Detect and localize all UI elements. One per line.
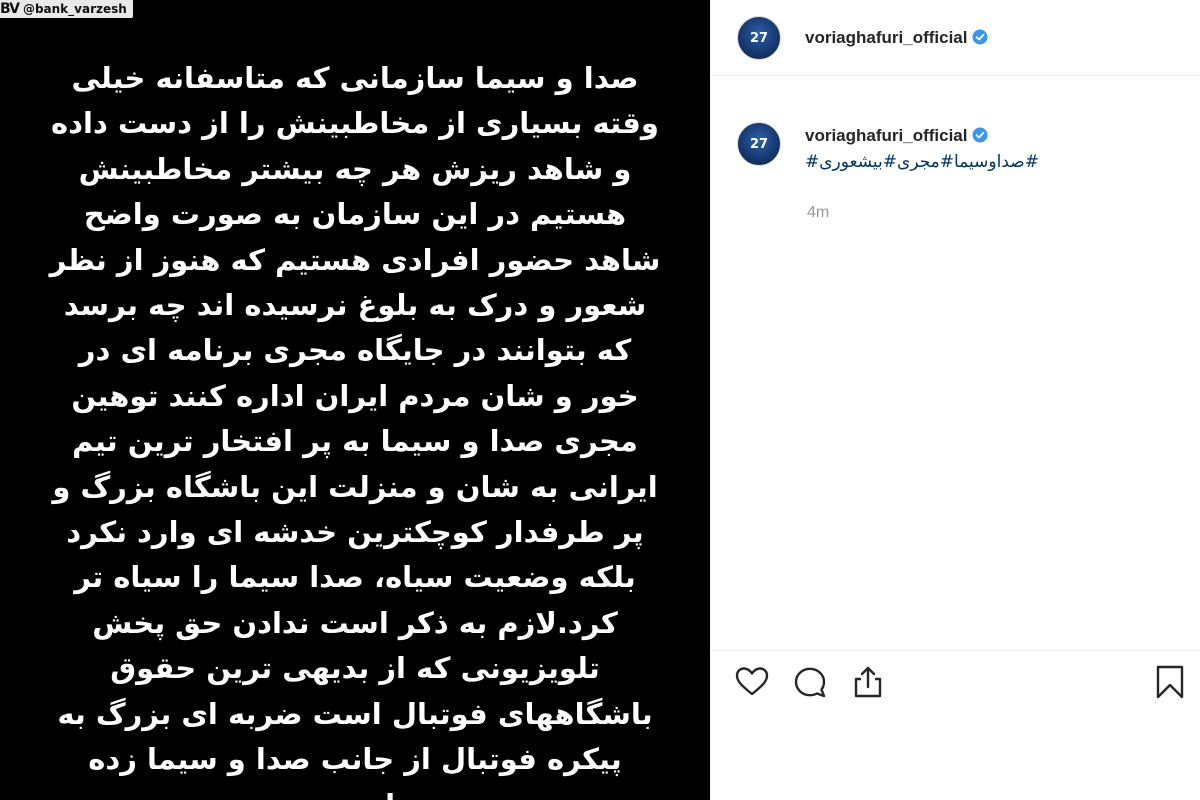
story-line: وقته بسیاری از مخاطبینش را از دست داده bbox=[51, 106, 659, 141]
bookmark-icon[interactable] bbox=[1151, 663, 1189, 701]
post-header: 27 voriaghafuri_official bbox=[711, 0, 1200, 76]
story-line: خور و شان مردم ایران اداره کنند توهین bbox=[71, 378, 639, 413]
caption-username-text[interactable]: voriaghafuri_official bbox=[805, 126, 967, 145]
action-bar bbox=[711, 650, 1200, 710]
story-line: پر طرفدار کوچکترین خدشه ای وارد نکرد bbox=[66, 515, 644, 550]
story-line: شعور و درک به بلوغ نرسیده اند چه برسد bbox=[63, 288, 647, 323]
story-line: شاهد حضور افرادی هستیم که هنوز از نظر bbox=[49, 242, 661, 277]
story-line: که بتوانند در جایگاه مجری برنامه ای در bbox=[78, 333, 632, 368]
header-username[interactable]: voriaghafuri_official bbox=[805, 28, 988, 48]
caption-username[interactable]: voriaghafuri_official bbox=[805, 126, 1039, 146]
caption: 27 voriaghafuri_official #صداوسیما#مجری#… bbox=[737, 122, 1177, 172]
comment-icon[interactable] bbox=[791, 663, 829, 701]
share-icon[interactable] bbox=[849, 663, 887, 701]
caption-avatar-jersey-number: 27 bbox=[749, 137, 769, 152]
story-line: تلویزیونی که از بدیهی ترین حقوق bbox=[110, 651, 600, 686]
story-line: کرد.لازم به ذکر است ندادن حق پخش bbox=[92, 605, 618, 640]
story-text: صدا و سیما سازمانی که متاسفانه خیلی وقته … bbox=[30, 56, 680, 800]
story-line: ایرانی به شان و منزلت این باشگاه بزرگ و bbox=[52, 469, 658, 504]
post-timestamp[interactable]: 4m bbox=[807, 204, 829, 222]
story-line: پیکره فوتبال از جانب صدا و سیما زده bbox=[88, 742, 622, 777]
caption-avatar[interactable]: 27 bbox=[737, 122, 781, 166]
avatar[interactable]: 27 bbox=[737, 15, 781, 60]
caption-body: voriaghafuri_official #صداوسیما#مجری#بیش… bbox=[805, 126, 1039, 172]
story-line: باشگاههای فوتبال است ضربه ای بزرگ به bbox=[57, 696, 653, 731]
watermark-handle: @bank_varzesh bbox=[22, 2, 127, 16]
story-line: صدا و سیما سازمانی که متاسفانه خیلی bbox=[71, 61, 639, 95]
verified-badge-icon bbox=[972, 127, 988, 143]
avatar-jersey-number: 27 bbox=[749, 30, 769, 46]
header-username-text[interactable]: voriaghafuri_official bbox=[805, 28, 967, 47]
story-line: بلکه وضعیت سیاه، صدا سیما را سیاه تر bbox=[74, 560, 636, 595]
caption-hashtags[interactable]: #صداوسیما#مجری#بیشعوری# bbox=[805, 152, 1039, 172]
heart-icon[interactable] bbox=[733, 663, 771, 701]
watermark-logo: BV bbox=[0, 1, 20, 17]
post-image: BV @bank_varzesh صدا و سیما سازمانی که م… bbox=[0, 0, 710, 800]
story-line: است. bbox=[30, 783, 680, 800]
verified-badge-icon bbox=[972, 29, 988, 44]
story-line: هستیم در این سازمان به صورت واضح bbox=[83, 197, 627, 232]
story-line: و شاهد ریزش هر چه بیشتر مخاطبینش bbox=[78, 151, 632, 186]
watermark: BV @bank_varzesh bbox=[0, 0, 133, 18]
story-line: مجری صدا و سیما به پر افتخار ترین تیم bbox=[72, 424, 638, 459]
post-side-panel: 27 voriaghafuri_official 27 voriaghafuri… bbox=[710, 0, 1200, 800]
